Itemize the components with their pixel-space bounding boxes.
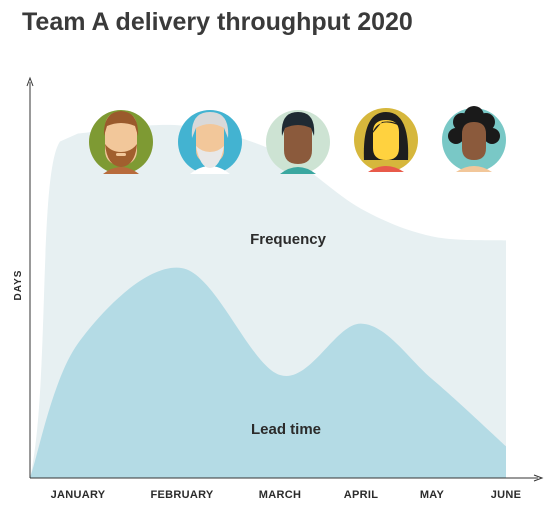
bearded-man-avatar-icon [89, 110, 153, 174]
x-tick-label-june: JUNE [491, 489, 522, 501]
x-tick-label-february: FEBRUARY [150, 489, 213, 501]
x-tick-label-may: MAY [420, 489, 445, 501]
series-label-frequency: Frequency [250, 231, 327, 248]
man-avatar-icon [266, 110, 330, 174]
curly-hair-woman-avatar-icon [442, 106, 506, 172]
x-tick-label-april: APRIL [344, 489, 379, 501]
woman-avatar-icon [354, 108, 418, 172]
x-tick-labels: JANUARY FEBRUARY MARCH APRIL MAY JUNE [51, 489, 522, 501]
x-tick-label-january: JANUARY [51, 489, 106, 501]
older-man-avatar-icon [178, 110, 242, 174]
chart: Team A delivery throughput 2020 DAYS Fre… [13, 8, 544, 501]
y-axis-title: DAYS [13, 270, 24, 301]
series-label-lead-time: Lead time [251, 421, 321, 438]
chart-title: Team A delivery throughput 2020 [22, 8, 413, 36]
x-tick-label-march: MARCH [259, 489, 301, 501]
